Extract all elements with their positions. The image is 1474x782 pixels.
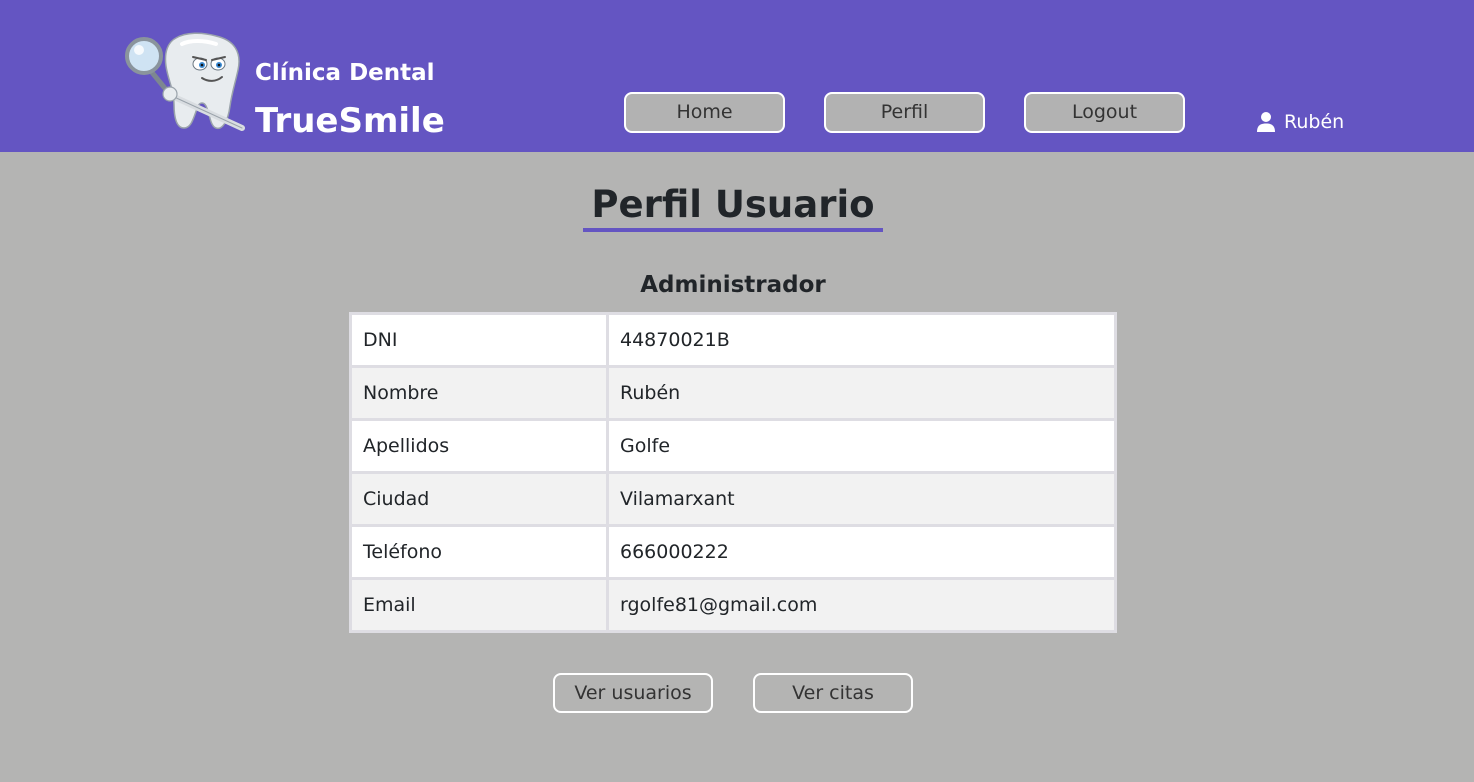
view-appointments-button[interactable]: Ver citas — [753, 673, 913, 713]
profile-field-label: Ciudad — [349, 471, 609, 527]
profile-row-apellidos: Apellidos Golfe — [349, 418, 1117, 474]
profile-field-label: Nombre — [349, 365, 609, 421]
current-user-name: Rubén — [1284, 111, 1345, 133]
brand-title: Clínica Dental — [255, 60, 435, 86]
user-icon — [1257, 112, 1275, 132]
title-underline — [583, 228, 883, 232]
brand-name: TrueSmile — [255, 101, 445, 141]
profile-row-telefono: Teléfono 666000222 — [349, 524, 1117, 580]
profile-field-value: Vilamarxant — [606, 471, 1117, 527]
profile-field-value: Rubén — [606, 365, 1117, 421]
page-title: Perfil Usuario — [591, 183, 875, 226]
profile-field-label: Email — [349, 577, 609, 633]
profile-row-ciudad: Ciudad Vilamarxant — [349, 471, 1117, 527]
profile-field-value: Golfe — [606, 418, 1117, 474]
header: Clínica Dental TrueSmile Home Perfil Log… — [0, 0, 1474, 152]
profile-field-value: 44870021B — [606, 312, 1117, 368]
profile-table: DNI 44870021B Nombre Rubén Apellidos Gol… — [349, 312, 1117, 633]
profile-row-nombre: Nombre Rubén — [349, 365, 1117, 421]
nav-home-button[interactable]: Home — [624, 92, 785, 133]
profile-field-value: rgolfe81@gmail.com — [606, 577, 1117, 633]
profile-field-label: Apellidos — [349, 418, 609, 474]
profile-field-value: 666000222 — [606, 524, 1117, 580]
profile-row-dni: DNI 44870021B — [349, 312, 1117, 368]
profile-row-email: Email rgolfe81@gmail.com — [349, 577, 1117, 633]
profile-field-label: Teléfono — [349, 524, 609, 580]
user-role-heading: Administrador — [640, 272, 826, 298]
view-users-button[interactable]: Ver usuarios — [553, 673, 713, 713]
nav-profile-button[interactable]: Perfil — [824, 92, 985, 133]
profile-field-label: DNI — [349, 312, 609, 368]
current-user[interactable]: Rubén — [1256, 111, 1344, 133]
tooth-mascot-logo[interactable] — [124, 30, 248, 134]
nav-logout-button[interactable]: Logout — [1024, 92, 1185, 133]
